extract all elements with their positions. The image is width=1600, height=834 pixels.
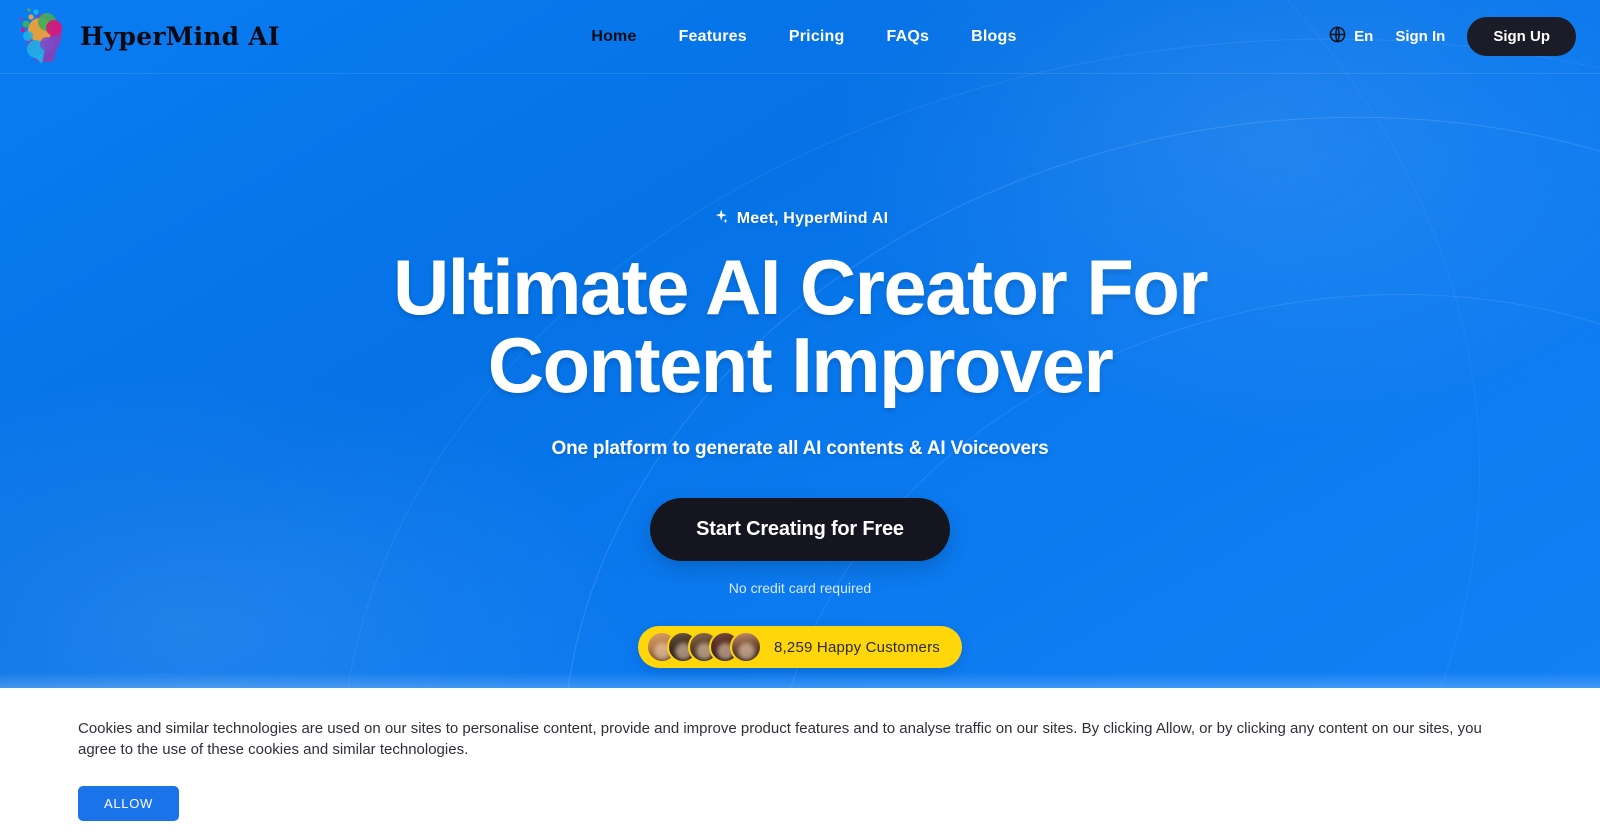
- nav-item-features[interactable]: Features: [679, 28, 747, 46]
- nav-item-faqs[interactable]: FAQs: [887, 28, 930, 46]
- nav-item-blogs[interactable]: Blogs: [971, 28, 1016, 46]
- customer-avatar-group: [646, 631, 763, 663]
- hero-eyebrow: Meet, HyperMind AI: [712, 208, 888, 230]
- hero-subheading: One platform to generate all AI contents…: [551, 438, 1049, 459]
- cookie-banner-text: Cookies and similar technologies are use…: [78, 720, 1482, 758]
- language-switcher[interactable]: En: [1328, 25, 1373, 49]
- cookie-allow-button[interactable]: ALLOW: [78, 786, 180, 821]
- avatar: [730, 631, 763, 663]
- hero-bottom-fade: [0, 672, 1600, 688]
- hero-eyebrow-text: Meet, HyperMind AI: [736, 210, 889, 227]
- primary-nav: Home Features Pricing FAQs Blogs: [280, 28, 1328, 46]
- navbar-actions: En Sign In Sign Up: [1328, 17, 1576, 56]
- hero-heading-line-2: Content Improver: [487, 321, 1114, 409]
- top-navbar: HyperMind AI Home Features Pricing FAQs …: [0, 0, 1600, 74]
- hero-section: HyperMind AI Home Features Pricing FAQs …: [0, 0, 1600, 688]
- sparkle-icon: [712, 208, 729, 230]
- brand-logo[interactable]: HyperMind AI: [14, 6, 280, 68]
- hero-heading: Ultimate AI Creator For Content Improver: [393, 248, 1209, 409]
- hero-heading-line-1: Ultimate AI Creator For: [392, 243, 1209, 331]
- brain-head-logo-icon: [14, 6, 76, 68]
- cookie-consent-banner: Cookies and similar technologies are use…: [0, 688, 1600, 834]
- hero-content: Meet, HyperMind AI Ultimate AI Creator F…: [0, 74, 1600, 668]
- sign-in-link[interactable]: Sign In: [1395, 28, 1445, 45]
- start-creating-button[interactable]: Start Creating for Free: [650, 498, 950, 561]
- globe-icon: [1328, 25, 1347, 49]
- happy-customers-badge: 8,259 Happy Customers: [638, 626, 962, 668]
- nav-item-pricing[interactable]: Pricing: [789, 28, 845, 46]
- brand-name: HyperMind AI: [80, 22, 280, 51]
- language-label: En: [1354, 28, 1374, 45]
- nav-item-home[interactable]: Home: [591, 28, 636, 46]
- happy-customers-count: 8,259 Happy Customers: [774, 638, 940, 656]
- sign-up-button[interactable]: Sign Up: [1467, 17, 1576, 56]
- no-credit-card-note: No credit card required: [728, 580, 872, 596]
